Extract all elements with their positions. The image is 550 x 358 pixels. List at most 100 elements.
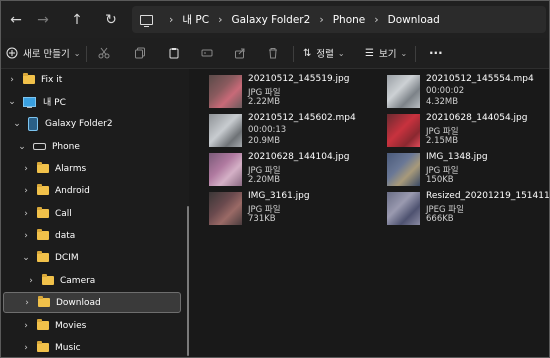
breadcrumb-item-galaxy-folder2[interactable]: Galaxy Folder2 [231,14,310,26]
file-tile[interactable]: 20210512_145519.jpg JPG 파일 2.22MB [191,72,366,112]
file-name: 20210512_145519.jpg [248,74,350,84]
file-name: 20210628_144054.jpg [426,113,528,123]
chevron-right-icon[interactable]: › [22,298,32,308]
chevron-down-icon: ⌄ [337,48,345,58]
sidebar-item-my-pc[interactable]: ⌄ 내 PC [7,91,66,112]
chevron-right-icon[interactable]: › [21,186,31,196]
paste-icon[interactable] [168,47,180,59]
divider [293,46,294,62]
divider [415,46,416,62]
address-bar[interactable]: › 내 PC › Galaxy Folder2 › Phone › Downlo… [132,6,546,33]
file-name: IMG_3161.jpg [248,191,310,201]
breadcrumb-separator[interactable]: › [218,13,222,26]
file-tile[interactable]: 20210512_145554.mp4 00:00:02 4.32MB [369,72,544,112]
chevron-right-icon[interactable]: › [21,343,31,353]
more-options-button[interactable]: ··· [429,38,443,68]
new-button[interactable]: 새로 만들기 ⌄ [6,38,80,68]
sidebar-item-fix-it[interactable]: › Fix it [7,69,62,90]
sidebar-item-label: Alarms [55,163,87,174]
file-tile[interactable]: 20210512_145602.mp4 00:00:13 20.9MB [191,111,366,151]
command-bar: 새로 만들기 ⌄ ⇅ 정렬 ⌄ ☰ 보기 ⌄ ··· [1,38,549,69]
sidebar-item-android[interactable]: › Android [21,180,90,201]
file-size: 731KB [248,214,276,224]
view-icon: ☰ [365,47,374,59]
folder-icon [38,296,50,307]
new-icon [6,47,18,59]
video-thumbnail [209,114,242,147]
sidebar-item-galaxy-folder2[interactable]: ⌄ Galaxy Folder2 [12,113,113,134]
folder-icon [37,251,49,262]
chevron-right-icon[interactable]: › [21,209,31,219]
copy-icon[interactable] [134,47,146,59]
breadcrumb-separator[interactable]: › [169,13,173,26]
sidebar-item-call[interactable]: › Call [21,203,72,224]
image-thumbnail [209,153,242,186]
file-explorer-window: ← → ↑ ↻ › 내 PC › Galaxy Folder2 › Phone … [0,0,550,358]
share-icon[interactable] [234,47,246,59]
file-name: Resized_20201219_151411.jpeg [426,191,550,201]
file-size: 20.9MB [248,136,281,146]
breadcrumb-item-phone[interactable]: Phone [333,14,366,26]
chevron-down-icon: ⌄ [400,48,408,58]
file-name: 20210512_145554.mp4 [426,74,534,84]
sidebar-item-label: Fix it [41,74,63,85]
folder-icon [37,229,49,240]
sidebar-item-download[interactable]: › Download [3,292,181,313]
phone-icon [28,116,38,131]
view-button-label: 보기 [378,49,397,60]
chevron-down-icon[interactable]: ⌄ [7,97,17,107]
up-button[interactable]: ↑ [67,10,87,30]
file-size: 2.22MB [248,97,281,107]
sidebar-item-label: data [55,230,76,241]
cut-icon[interactable] [98,47,110,59]
sidebar-scrollbar[interactable] [187,206,189,356]
breadcrumb-separator[interactable]: › [319,13,323,26]
chevron-right-icon[interactable]: › [21,321,31,331]
refresh-button[interactable]: ↻ [101,10,121,30]
file-size: 4.32MB [426,97,459,107]
sidebar-item-alarms[interactable]: › Alarms [21,158,86,179]
sidebar-item-label: Download [56,297,101,308]
file-size: 150KB [426,175,454,185]
view-button[interactable]: ☰ 보기 ⌄ [365,38,407,68]
file-name: 20210512_145602.mp4 [248,113,356,123]
sidebar-item-label: Call [55,208,72,219]
breadcrumb-item-my-pc[interactable]: 내 PC [182,12,209,27]
sidebar-item-dcim[interactable]: ⌄ DCIM [21,247,79,268]
chevron-right-icon[interactable]: › [21,164,31,174]
rename-icon[interactable] [201,47,213,59]
file-tile[interactable]: 20210628_144104.jpg JPG 파일 2.20MB [191,150,366,190]
sidebar-item-label: DCIM [55,252,79,263]
back-button[interactable]: ← [6,10,26,30]
sidebar-item-camera[interactable]: › Camera [26,270,95,291]
file-tile[interactable]: Resized_20201219_151411.jpeg JPEG 파일 666… [369,189,549,229]
sidebar-item-data[interactable]: › data [21,225,75,246]
chevron-right-icon[interactable]: › [7,75,17,85]
delete-icon[interactable] [267,47,279,59]
chevron-down-icon[interactable]: ⌄ [17,142,27,152]
breadcrumb-item-download[interactable]: Download [388,14,440,26]
sort-icon: ⇅ [303,47,312,59]
file-size: 2.15MB [426,136,459,146]
pc-icon [23,96,36,108]
chevron-down-icon[interactable]: ⌄ [21,253,31,263]
image-thumbnail [387,114,420,147]
forward-button[interactable]: → [33,10,53,30]
file-tile[interactable]: 20210628_144054.jpg JPG 파일 2.15MB [369,111,544,151]
chevron-down-icon[interactable]: ⌄ [12,119,22,129]
file-tile[interactable]: IMG_3161.jpg JPG 파일 731KB [191,189,366,229]
sidebar-item-phone[interactable]: ⌄ Phone [17,136,80,157]
file-list: 20210512_145519.jpg JPG 파일 2.22MB 202105… [191,69,549,357]
chevron-right-icon[interactable]: › [21,231,31,241]
breadcrumb-separator[interactable]: › [374,13,378,26]
sidebar-item-label: Galaxy Folder2 [45,118,113,129]
sidebar-item-music[interactable]: › Music [21,337,81,357]
video-thumbnail [387,75,420,108]
sort-button-label: 정렬 [316,49,334,60]
sort-button[interactable]: ⇅ 정렬 ⌄ [303,38,345,68]
chevron-right-icon[interactable]: › [26,276,36,286]
sidebar-item-label: Music [55,342,81,353]
file-tile[interactable]: IMG_1348.jpg JPG 파일 150KB [369,150,544,190]
sidebar-item-movies[interactable]: › Movies [21,315,86,336]
video-duration: 00:00:02 [426,86,465,96]
